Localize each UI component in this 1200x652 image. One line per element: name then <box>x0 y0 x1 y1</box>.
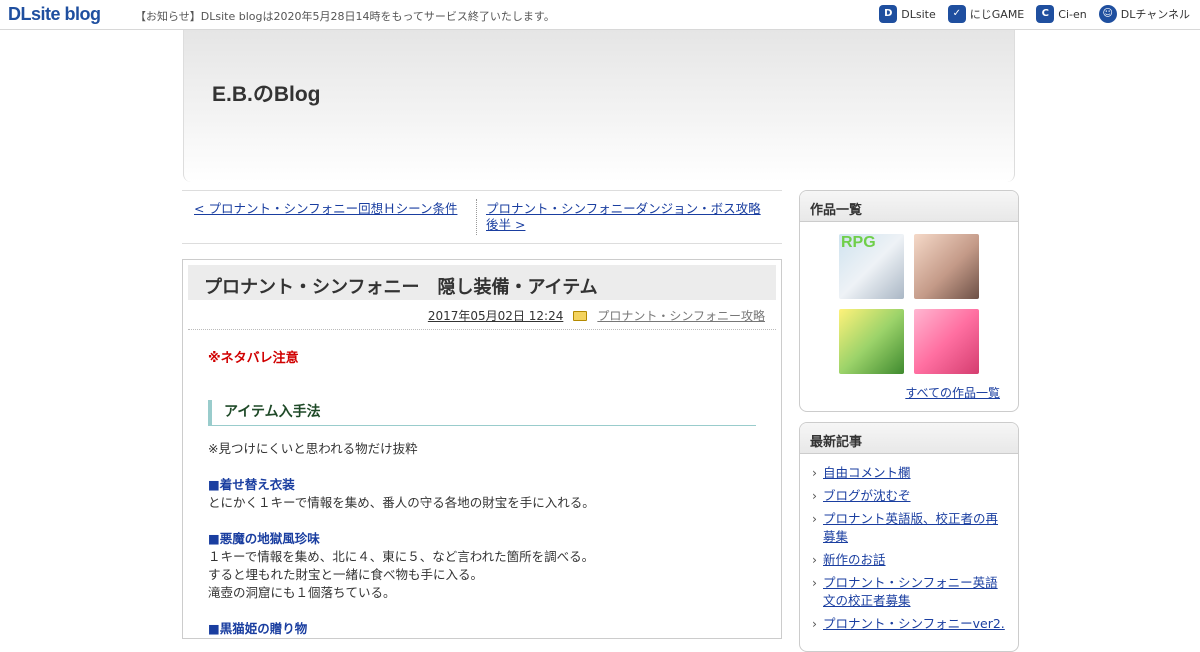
cien-icon: C <box>1036 5 1055 23</box>
post-navigation: < プロナント・シンフォニー回想Ｈシーン条件 プロナント・シンフォニーダンジョン… <box>182 190 782 244</box>
top-links: D DLsite ✓ にじGAME C Ci-en ☺ DLチャンネル <box>879 5 1190 23</box>
works-widget: 作品一覧 RPG すべての作品一覧 <box>799 190 1019 412</box>
rpg-label: RPG <box>841 234 876 251</box>
paragraph-line: 滝壺の洞窟にも１個落ちている。 <box>208 585 396 600</box>
recent-post-link[interactable]: 自由コメント欄 <box>823 465 911 480</box>
blog-header: E.B.のBlog <box>183 30 1015 182</box>
recent-post-link[interactable]: プロナント・シンフォニー英語文の校正者募集 <box>823 575 998 608</box>
dlsite-icon: D <box>879 5 898 23</box>
top-link-label: Ci-en <box>1058 7 1087 21</box>
top-link-dlsite[interactable]: D DLsite <box>879 5 936 23</box>
paragraph-line: １キーで情報を集め、北に４、東に５、など言われた箇所を調べる。 <box>208 549 595 564</box>
list-item: 自由コメント欄 <box>812 464 1008 482</box>
dlchannel-icon: ☺ <box>1098 5 1117 23</box>
top-bar: DLsite blog 【お知らせ】DLsite blogは2020年5月28日… <box>0 0 1200 30</box>
previous-post-link[interactable]: < プロナント・シンフォニー回想Ｈシーン条件 <box>194 201 457 217</box>
article-title: プロナント・シンフォニー 隠し装備・アイテム <box>188 265 776 300</box>
subsection-title: ■黒猫姫の贈り物 <box>208 621 308 636</box>
list-item: 新作のお話 <box>812 551 1008 569</box>
work-thumbnail[interactable]: RPG <box>839 234 904 299</box>
nijigame-icon: ✓ <box>947 5 966 23</box>
article: プロナント・シンフォニー 隠し装備・アイテム 2017年05月02日 12:24… <box>182 259 782 639</box>
service-notice: 【お知らせ】DLsite blogは2020年5月28日14時をもってサービス終… <box>135 10 555 23</box>
recent-posts-list: 自由コメント欄 ブログが沈むぞ プロナント英語版、校正者の再募集 新作のお話 プ… <box>800 454 1018 633</box>
meta-divider <box>188 329 776 330</box>
recent-posts-widget: 最新記事 自由コメント欄 ブログが沈むぞ プロナント英語版、校正者の再募集 新作… <box>799 422 1019 652</box>
top-link-label: DLチャンネル <box>1120 8 1190 21</box>
nav-divider <box>476 199 477 235</box>
article-meta: 2017年05月02日 12:24 プロナント・シンフォニー攻略 <box>428 307 765 324</box>
work-thumbnail[interactable] <box>914 234 979 299</box>
all-works-link[interactable]: すべての作品一覧 <box>905 384 1000 401</box>
top-link-dlchannel[interactable]: ☺ DLチャンネル <box>1098 5 1190 23</box>
top-link-nijigame[interactable]: ✓ にじGAME <box>947 5 1025 23</box>
work-thumbnail[interactable] <box>839 309 904 374</box>
next-post-link[interactable]: プロナント・シンフォニーダンジョン・ボス攻略後半 > <box>486 201 771 233</box>
top-link-label: DLsite <box>901 7 936 21</box>
list-item: プロナント・シンフォニーver2. <box>812 615 1008 633</box>
paragraph-line: とにかく１キーで情報を集め、番人の守る各地の財宝を手に入れる。 <box>208 495 595 510</box>
recent-posts-title: 最新記事 <box>800 423 1018 454</box>
works-thumbnails: RPG <box>839 234 979 374</box>
article-note: ※見つけにくいと思われる物だけ抜粋 <box>208 441 418 456</box>
spoiler-warning: ※ネタバレ注意 <box>208 351 299 366</box>
top-link-cien[interactable]: C Ci-en <box>1036 5 1087 23</box>
list-item: プロナント英語版、校正者の再募集 <box>812 510 1008 546</box>
list-item: プロナント・シンフォニー英語文の校正者募集 <box>812 574 1008 610</box>
paragraph-line: すると埋もれた財宝と一緒に食べ物も手に入る。 <box>208 567 484 582</box>
article-body: ※ネタバレ注意 アイテム入手法 ※見つけにくいと思われる物だけ抜粋 ■着せ替え衣… <box>208 350 758 638</box>
section-heading: アイテム入手法 <box>208 400 756 426</box>
works-widget-title: 作品一覧 <box>800 191 1018 222</box>
article-date[interactable]: 2017年05月02日 12:24 <box>428 307 563 324</box>
article-category-link[interactable]: プロナント・シンフォニー攻略 <box>597 307 765 324</box>
work-thumbnail[interactable] <box>914 309 979 374</box>
list-item: ブログが沈むぞ <box>812 487 1008 505</box>
recent-post-link[interactable]: ブログが沈むぞ <box>823 488 911 503</box>
recent-post-link[interactable]: 新作のお話 <box>823 552 886 567</box>
top-link-label: にじGAME <box>969 8 1025 21</box>
folder-icon <box>573 310 588 321</box>
subsection-title: ■悪魔の地獄風珍味 <box>208 531 320 546</box>
subsection-title: ■着せ替え衣装 <box>208 477 295 492</box>
dlsite-blog-logo[interactable]: DLsite blog <box>8 4 101 25</box>
recent-post-link[interactable]: プロナント・シンフォニーver2. <box>823 616 1005 631</box>
blog-title[interactable]: E.B.のBlog <box>212 78 321 108</box>
recent-post-link[interactable]: プロナント英語版、校正者の再募集 <box>823 511 998 544</box>
